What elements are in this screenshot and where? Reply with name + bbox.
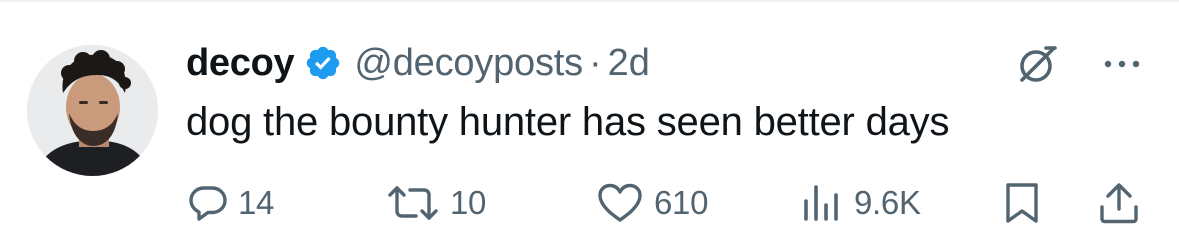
action-bar: 14 10 610 9.6K xyxy=(0,178,1179,228)
top-divider xyxy=(0,0,1179,2)
display-name[interactable]: decoy xyxy=(186,42,295,85)
bookmark-button[interactable] xyxy=(1003,178,1041,228)
tweet-text: dog the bounty hunter has seen better da… xyxy=(186,100,950,144)
repost-button[interactable]: 10 xyxy=(386,178,486,228)
like-button[interactable]: 610 xyxy=(596,178,708,228)
timestamp[interactable]: 2d xyxy=(608,42,650,85)
repost-count: 10 xyxy=(450,184,487,221)
more-icon[interactable] xyxy=(1100,50,1144,78)
reply-count: 14 xyxy=(238,184,275,221)
separator-dot: · xyxy=(588,41,602,84)
views-button[interactable]: 9.6K xyxy=(800,178,921,228)
views-icon xyxy=(804,185,838,221)
share-button[interactable] xyxy=(1098,178,1140,228)
tweet-header: decoy @decoyposts · 2d xyxy=(186,38,650,88)
heart-icon xyxy=(598,183,642,222)
views-count: 9.6K xyxy=(854,184,921,221)
user-handle[interactable]: @decoyposts xyxy=(354,42,583,85)
bookmark-icon xyxy=(1006,183,1038,223)
avatar[interactable] xyxy=(27,45,158,176)
reply-icon xyxy=(189,186,227,221)
grok-icon[interactable] xyxy=(1016,42,1060,86)
verified-badge-icon[interactable] xyxy=(304,44,342,82)
like-count: 610 xyxy=(654,184,709,221)
reply-button[interactable]: 14 xyxy=(188,178,274,228)
repost-icon xyxy=(388,186,438,220)
share-icon xyxy=(1100,183,1138,224)
